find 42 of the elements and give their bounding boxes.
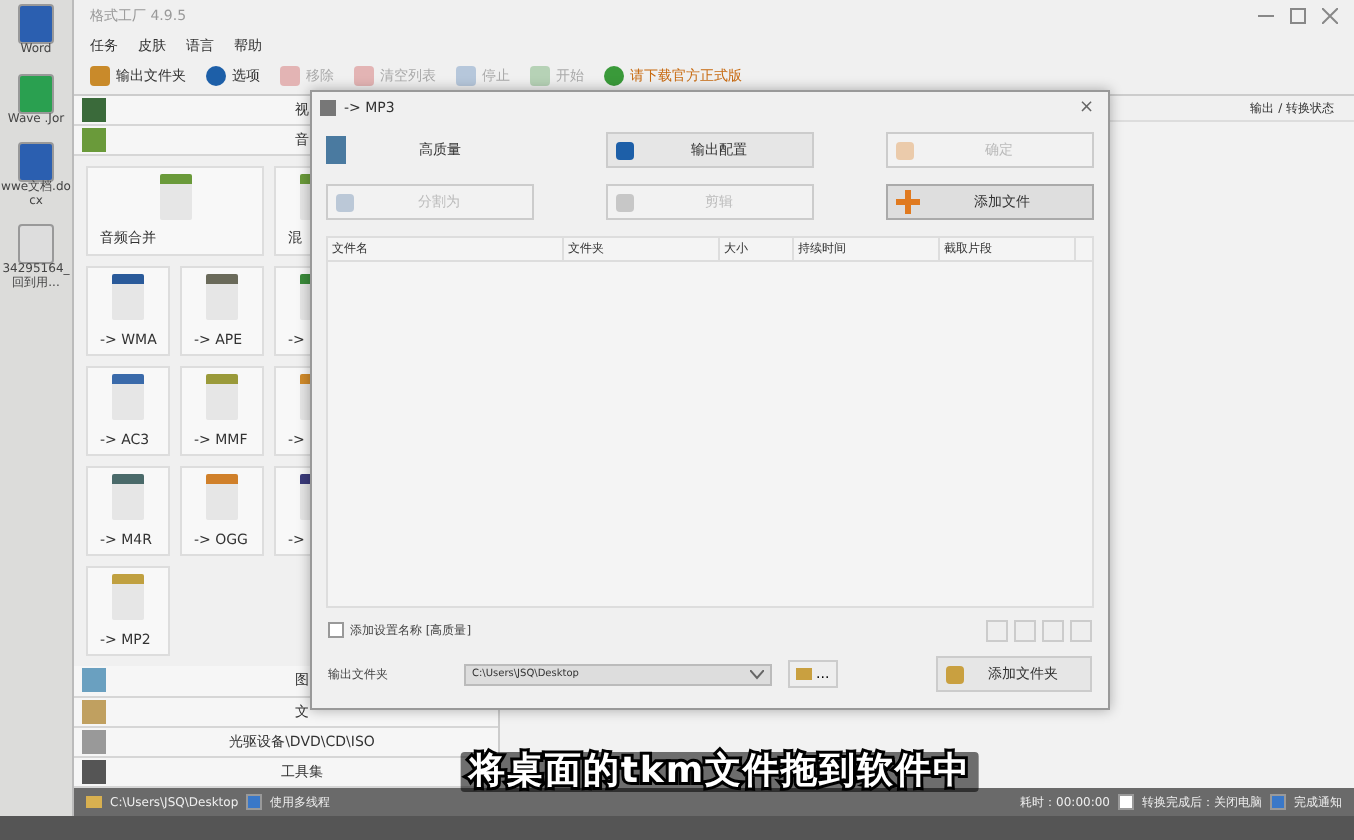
maximize-icon[interactable] xyxy=(1290,8,1306,24)
checkbox[interactable] xyxy=(246,794,263,810)
desktop-file-icon[interactable] xyxy=(18,73,54,114)
caret-icon xyxy=(750,669,764,679)
desktop-file-icon[interactable] xyxy=(18,142,54,183)
close-button[interactable]: × xyxy=(1072,98,1100,118)
button-icon xyxy=(616,141,634,159)
category-icon xyxy=(82,128,106,153)
toolbar-icon xyxy=(530,66,550,86)
category-icon xyxy=(82,668,106,693)
audio-file-icon xyxy=(206,374,238,421)
audio-file-icon xyxy=(206,274,238,321)
audio-file-icon xyxy=(112,474,144,521)
video-subtitle: 将桌面的tkm文件拖到软件中 xyxy=(460,752,980,792)
toolbar-icon xyxy=(206,66,226,86)
button-icon xyxy=(616,193,634,211)
category-icon xyxy=(82,759,106,784)
toolbar-icon xyxy=(90,66,110,86)
checkbox[interactable] xyxy=(328,622,344,638)
audio-file-icon xyxy=(159,174,191,221)
toolbar-icon xyxy=(280,66,300,86)
desktop-file-icon[interactable] xyxy=(18,4,54,44)
app-icon xyxy=(320,100,336,116)
audio-file-icon xyxy=(112,374,144,421)
toolbar-icon xyxy=(604,66,624,86)
audio-file-icon xyxy=(112,574,144,621)
preset-icon xyxy=(326,136,346,164)
category-icon xyxy=(82,98,106,123)
audio-file-icon xyxy=(112,274,144,321)
audio-file-icon xyxy=(206,474,238,521)
close-icon[interactable] xyxy=(1322,8,1338,24)
folder-icon xyxy=(946,665,964,683)
toolbar-icon xyxy=(354,66,374,86)
toolbar-icon xyxy=(456,66,476,86)
button-icon xyxy=(336,193,354,211)
desktop-file-icon[interactable] xyxy=(18,224,54,265)
checkbox[interactable] xyxy=(1118,794,1134,810)
checkbox[interactable] xyxy=(1270,794,1286,810)
folder-icon xyxy=(86,796,102,808)
category-icon xyxy=(82,729,106,754)
plus-icon xyxy=(896,190,920,214)
category-icon xyxy=(82,699,106,724)
